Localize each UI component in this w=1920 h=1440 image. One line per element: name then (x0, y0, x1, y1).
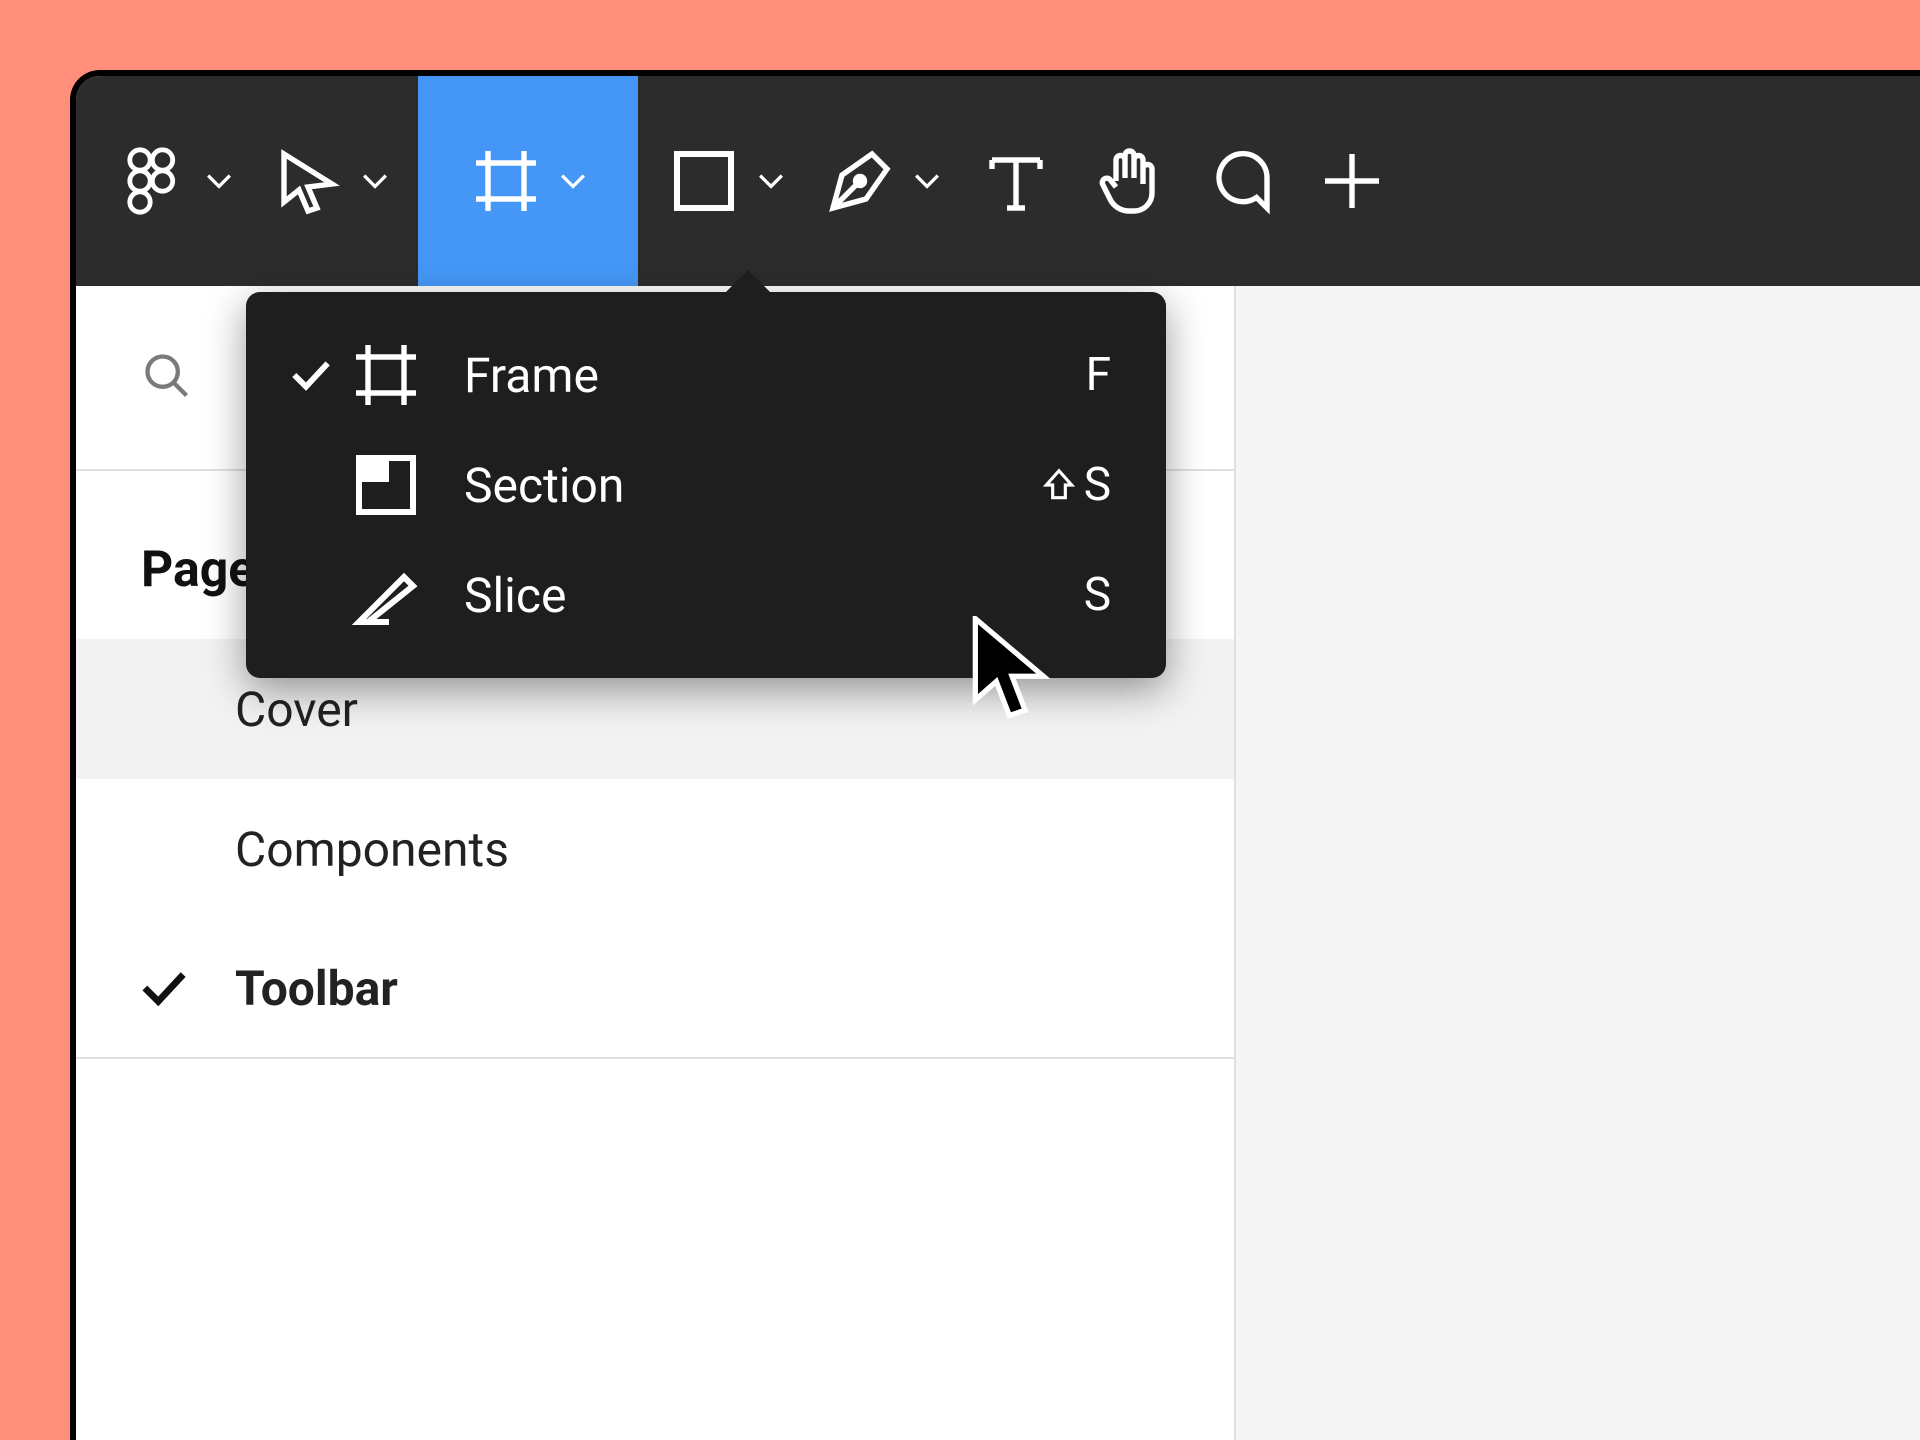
section-icon (336, 449, 436, 521)
chevron-down-icon (560, 168, 586, 194)
text-icon (980, 145, 1052, 217)
page-item-components[interactable]: Components (76, 779, 1234, 919)
page-label: Cover (235, 681, 1234, 738)
cursor-icon (272, 145, 344, 217)
chevron-down-icon (914, 168, 940, 194)
page-label: Toolbar (235, 960, 1234, 1017)
menu-item-shortcut: F (1086, 348, 1111, 402)
frame-tool-button[interactable] (418, 76, 638, 286)
page-label: Components (235, 821, 1234, 878)
plus-icon (1316, 145, 1388, 217)
menu-item-label: Frame (436, 347, 1086, 404)
menu-item-shortcut: S (1040, 458, 1111, 512)
comment-icon (1204, 145, 1276, 217)
shape-tool-button[interactable] (668, 76, 784, 286)
hand-tool-button[interactable] (1092, 76, 1164, 286)
add-tool-button[interactable] (1316, 76, 1388, 286)
pen-icon (824, 145, 896, 217)
menu-item-frame[interactable]: Frame F (246, 320, 1166, 430)
check-icon (286, 359, 336, 391)
chevron-down-icon (362, 168, 388, 194)
menu-item-section[interactable]: Section S (246, 430, 1166, 540)
frame-icon (336, 339, 436, 411)
chevron-down-icon (758, 168, 784, 194)
figma-logo-icon (116, 145, 188, 217)
menu-item-label: Slice (436, 567, 1084, 624)
shift-icon (1040, 466, 1078, 504)
hand-icon (1092, 145, 1164, 217)
search-icon (141, 350, 193, 406)
text-tool-button[interactable] (980, 76, 1052, 286)
figma-menu-button[interactable] (116, 76, 232, 286)
top-toolbar (76, 76, 1920, 286)
move-tool-button[interactable] (272, 76, 388, 286)
app-window: Page Cover Components Toolbar (70, 70, 1920, 1440)
comment-tool-button[interactable] (1204, 76, 1276, 286)
menu-item-shortcut: S (1084, 568, 1111, 622)
pen-tool-button[interactable] (824, 76, 940, 286)
frame-tool-dropdown: Frame F Section S (246, 292, 1166, 678)
rectangle-icon (668, 145, 740, 217)
slice-icon (336, 559, 436, 631)
menu-item-slice[interactable]: Slice S (246, 540, 1166, 650)
frame-icon (470, 145, 542, 217)
page-item-toolbar[interactable]: Toolbar (76, 919, 1234, 1059)
canvas-area[interactable] (1236, 286, 1920, 1440)
menu-item-label: Section (436, 457, 1040, 514)
chevron-down-icon (206, 168, 232, 194)
check-icon (141, 965, 187, 1011)
